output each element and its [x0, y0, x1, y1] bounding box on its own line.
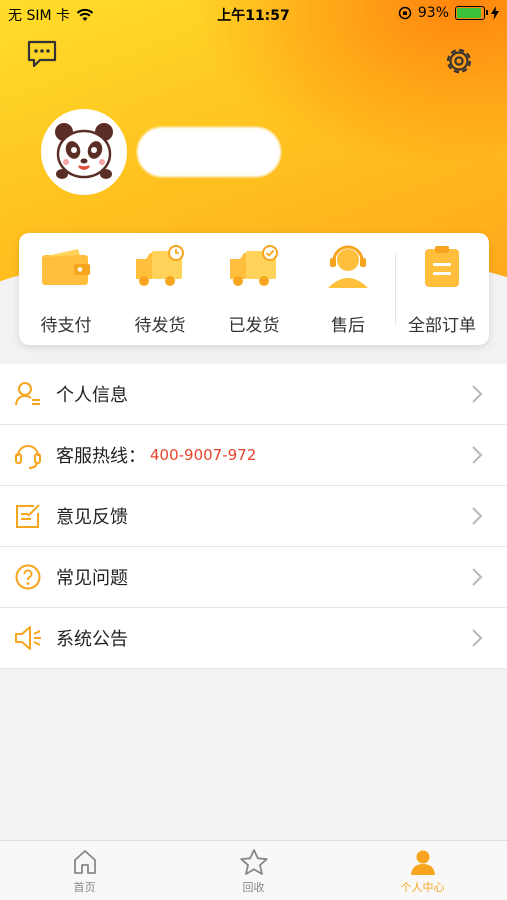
orders-card: 待支付 待发货 已发货 售后 全部订单 [19, 233, 489, 345]
chevron-right-icon [472, 385, 483, 403]
menu-item-announcements[interactable]: 系统公告 [0, 608, 507, 669]
menu-item-profile-label: 个人信息 [56, 385, 128, 406]
question-icon [0, 563, 56, 591]
truck-clock-icon [132, 245, 188, 289]
battery-icon [455, 6, 488, 20]
orders-divider [395, 253, 396, 325]
chevron-right-icon [472, 507, 483, 525]
status-bar: 无 SIM 卡 上午11:57 93% [0, 0, 507, 28]
panda-avatar-icon [55, 123, 113, 179]
avatar[interactable] [41, 109, 127, 195]
tab-bar: 首页 回收 个人中心 [0, 840, 507, 900]
menu-item-hotline[interactable]: 客服热线： 400-9007-972 [0, 425, 507, 486]
feedback-edit-icon [0, 502, 56, 530]
tab-personal-center-label: 个人中心 [400, 881, 445, 894]
username-redaction [137, 127, 281, 177]
menu-item-faq-label: 常见问题 [56, 568, 128, 589]
order-pending-shipment-label: 待发货 [134, 316, 186, 336]
support-agent-icon [320, 245, 376, 289]
order-all[interactable]: 全部订单 [395, 233, 489, 345]
chevron-right-icon [472, 568, 483, 586]
order-pending-payment-label: 待支付 [40, 316, 92, 336]
order-shipped[interactable]: 已发货 [207, 233, 301, 345]
tab-personal-center[interactable]: 个人中心 [338, 841, 507, 900]
order-after-sales-label: 售后 [331, 316, 365, 336]
order-pending-payment[interactable]: 待支付 [19, 233, 113, 345]
user-profile-icon [0, 380, 56, 408]
tab-home-label: 首页 [73, 881, 96, 894]
menu-item-feedback-label: 意见反馈 [56, 507, 128, 528]
order-after-sales[interactable]: 售后 [301, 233, 395, 345]
clipboard-icon [414, 245, 470, 289]
tab-home[interactable]: 首页 [0, 841, 169, 900]
headset-icon [0, 440, 56, 470]
tab-recycle[interactable]: 回收 [169, 841, 338, 900]
settings-button[interactable] [441, 43, 477, 79]
menu-list: 个人信息 客服热线： 400-9007-972 意见反馈 常见问题 系统公告 [0, 364, 507, 669]
menu-item-profile[interactable]: 个人信息 [0, 364, 507, 425]
chat-bubble-icon [27, 40, 57, 68]
orientation-lock-icon [398, 6, 412, 20]
star-icon [239, 849, 268, 875]
menu-item-feedback[interactable]: 意见反馈 [0, 486, 507, 547]
menu-item-hotline-label: 客服热线： [56, 446, 146, 467]
menu-item-announcements-label: 系统公告 [56, 629, 128, 650]
menu-item-faq[interactable]: 常见问题 [0, 547, 507, 608]
wallet-icon [38, 245, 94, 289]
charging-bolt-icon [491, 6, 499, 20]
order-pending-shipment[interactable]: 待发货 [113, 233, 207, 345]
chevron-right-icon [472, 446, 483, 464]
chevron-right-icon [472, 629, 483, 647]
speaker-icon [0, 624, 56, 652]
truck-check-icon [226, 245, 282, 289]
order-shipped-label: 已发货 [228, 316, 280, 336]
hotline-phone-number[interactable]: 400-9007-972 [150, 446, 256, 464]
message-button[interactable] [24, 36, 60, 72]
order-all-label: 全部订单 [408, 316, 476, 336]
tab-recycle-label: 回收 [242, 881, 265, 894]
gear-icon [446, 48, 472, 74]
person-icon [410, 850, 435, 875]
status-right: 93% [398, 5, 499, 21]
battery-percent: 93% [417, 5, 449, 21]
home-icon [73, 850, 96, 874]
